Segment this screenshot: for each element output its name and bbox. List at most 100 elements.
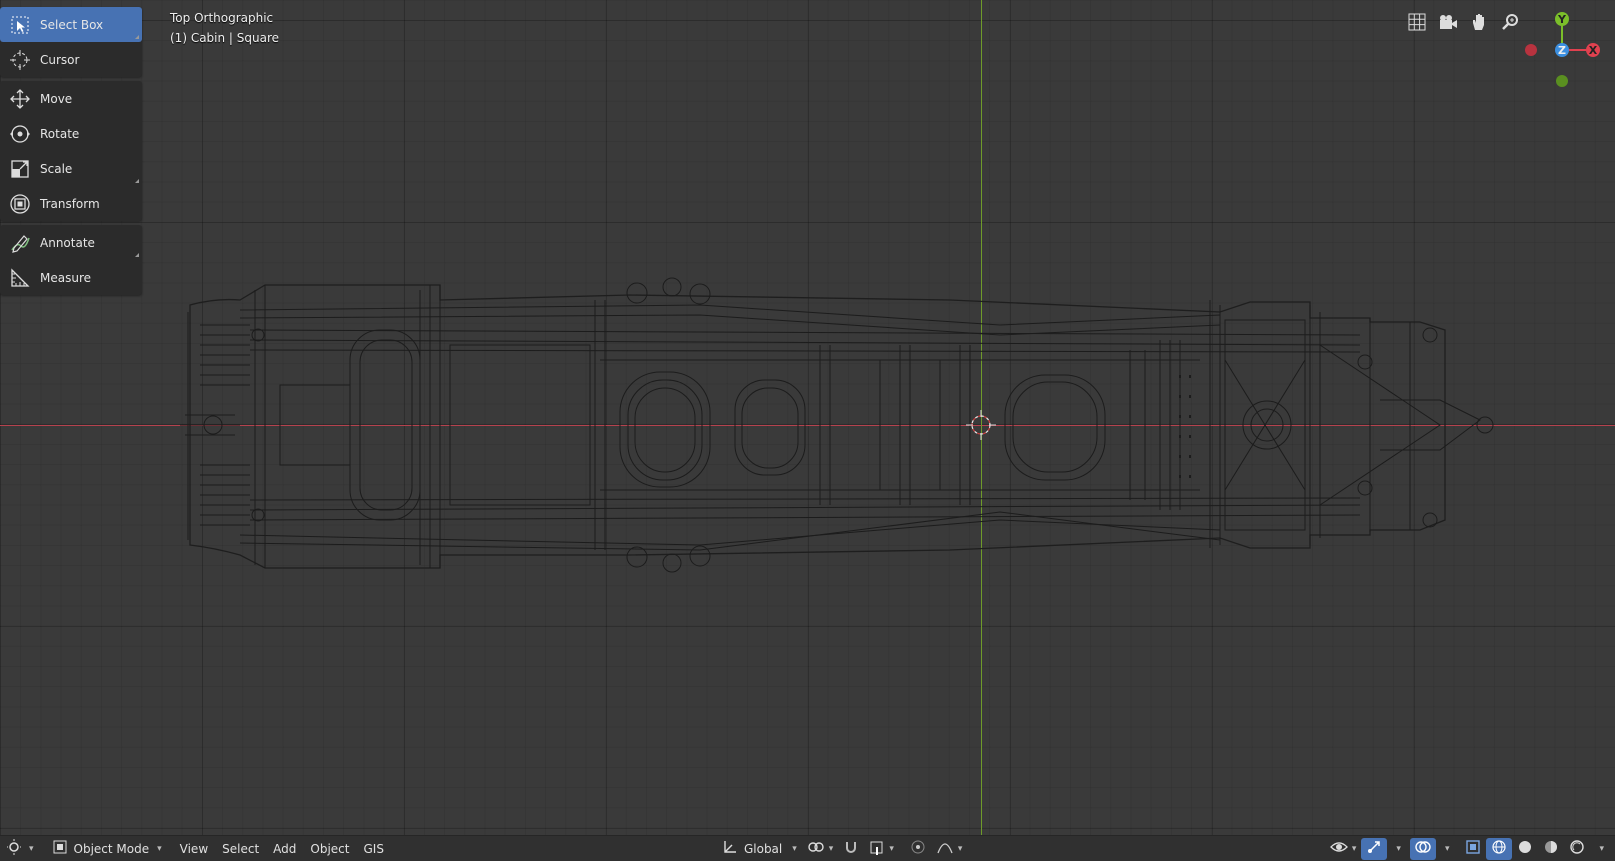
transform-icon — [0, 186, 40, 221]
move-icon — [0, 81, 40, 116]
wireframe-shading-icon — [1491, 839, 1507, 858]
solid-shading-icon — [1517, 839, 1533, 858]
editor-type-button[interactable]: ▾ — [2, 838, 39, 860]
pivot-dropdown[interactable]: ▾ — [802, 838, 839, 860]
chevron-down-icon: ▾ — [1444, 843, 1450, 854]
overlay-dropdown[interactable]: ▾ — [1436, 838, 1455, 860]
object-mode-icon — [52, 839, 68, 858]
tool-label: Select Box — [40, 17, 104, 32]
gizmo-toggle-icon — [1366, 839, 1382, 858]
rendered-shading-icon — [1569, 839, 1585, 858]
chevron-down-icon: ▾ — [29, 843, 34, 854]
tool-group-annotate: Annotate Measure — [0, 225, 142, 295]
orientation-icon — [722, 839, 738, 858]
header-right-group: ▾ ▾ ▾ ▾ — [1325, 837, 1609, 860]
mode-label: Object Mode — [73, 841, 150, 856]
snap-icon — [843, 839, 859, 858]
viewport-info: Top Orthographic (1) Cabin | Square — [170, 8, 279, 48]
select-box-icon — [0, 7, 40, 42]
xray-toggle[interactable] — [1460, 838, 1486, 860]
cursor-icon — [0, 42, 40, 77]
tool-label: Transform — [40, 196, 100, 211]
viewport-header: ▾ Object Mode ▾ View Select Add Object G… — [0, 835, 1615, 861]
snap-toggle[interactable] — [838, 838, 864, 860]
orientation-dropdown[interactable]: Global ▾ — [717, 838, 802, 860]
neg-x-axis-dot[interactable] — [1525, 44, 1537, 56]
menu-view[interactable]: View — [173, 838, 215, 860]
grid-toggle-icon[interactable] — [1403, 8, 1430, 35]
solid-shading-button[interactable] — [1512, 838, 1538, 860]
tool-label: Measure — [40, 270, 91, 285]
tool-label: Annotate — [40, 235, 95, 250]
tool-label: Move — [40, 91, 73, 106]
tool-group-transform: Move Rotate Scale Transform — [0, 81, 142, 221]
tool-options-corner[interactable] — [135, 179, 139, 183]
gizmo-toggle[interactable] — [1361, 837, 1388, 860]
editor-type-icon — [7, 839, 25, 858]
shading-dropdown[interactable]: ▾ — [1590, 838, 1609, 860]
proportional-falloff-dropdown[interactable]: ▾ — [931, 838, 968, 860]
tool-move[interactable]: Move — [0, 81, 142, 116]
proportional-edit-icon — [910, 839, 926, 858]
xray-toggle-icon — [1465, 839, 1481, 858]
snap-target-dropdown[interactable]: ▾ — [864, 838, 899, 860]
mode-dropdown[interactable]: Object Mode ▾ — [47, 838, 167, 860]
tool-cursor[interactable]: Cursor — [0, 42, 142, 77]
menu-add[interactable]: Add — [266, 838, 303, 860]
tool-label: Cursor — [40, 52, 80, 67]
visibility-dropdown[interactable]: ▾ — [1325, 838, 1362, 860]
navigation-gizmo[interactable]: Y X Z — [1515, 5, 1615, 95]
navigation-buttons — [1403, 8, 1523, 35]
tool-label: Rotate — [40, 126, 80, 141]
x-axis-label: X — [1589, 44, 1598, 57]
measure-icon — [0, 260, 40, 295]
z-axis-label: Z — [1558, 44, 1566, 57]
tool-group-select: Select Box Cursor — [0, 7, 142, 77]
rotate-icon — [0, 116, 40, 151]
tool-select-box[interactable]: Select Box — [0, 7, 142, 42]
chevron-down-icon: ▾ — [828, 843, 834, 854]
scale-icon — [0, 151, 40, 186]
falloff-curve-icon — [936, 839, 954, 858]
rendered-shading-button[interactable] — [1564, 838, 1590, 860]
chevron-down-icon: ▾ — [889, 843, 894, 854]
chevron-down-icon: ▾ — [792, 843, 797, 854]
tool-options-corner[interactable] — [135, 35, 139, 39]
chevron-down-icon: ▾ — [157, 843, 162, 854]
active-object-label: (1) Cabin | Square — [170, 31, 280, 45]
tool-transform[interactable]: Transform — [0, 186, 142, 221]
menu-gis[interactable]: GIS — [357, 838, 391, 860]
neg-y-axis-dot[interactable] — [1556, 75, 1568, 87]
chevron-down-icon: ▾ — [1599, 843, 1604, 854]
menu-select[interactable]: Select — [215, 838, 266, 860]
chevron-down-icon: ▾ — [1396, 843, 1401, 854]
proportional-edit-toggle[interactable] — [905, 838, 931, 860]
camera-view-icon[interactable] — [1434, 8, 1461, 35]
visibility-icon — [1329, 839, 1348, 858]
chevron-down-icon: ▾ — [957, 843, 963, 854]
material-shading-button[interactable] — [1538, 838, 1564, 860]
snap-target-icon — [869, 839, 885, 858]
material-shading-icon — [1543, 839, 1559, 858]
chevron-down-icon: ▾ — [1351, 843, 1357, 854]
menu-object[interactable]: Object — [303, 838, 356, 860]
tool-annotate[interactable]: Annotate — [0, 225, 142, 260]
wireframe-model[interactable] — [0, 0, 1615, 835]
tool-shelf: Select Box Cursor Move Rotate Scale Tran… — [0, 7, 142, 299]
y-axis-label: Y — [1557, 13, 1567, 26]
tool-measure[interactable]: Measure — [0, 260, 142, 295]
view-name-label: Top Orthographic — [170, 11, 274, 25]
pivot-icon — [807, 840, 825, 857]
tool-rotate[interactable]: Rotate — [0, 116, 142, 151]
overlay-toggle[interactable] — [1409, 837, 1436, 860]
wireframe-shading-button[interactable] — [1486, 837, 1513, 860]
orientation-label: Global — [743, 841, 783, 856]
overlay-toggle-icon — [1415, 839, 1431, 858]
3d-viewport[interactable] — [0, 0, 1615, 860]
tool-label: Scale — [40, 161, 73, 176]
pan-hand-icon[interactable] — [1465, 8, 1492, 35]
tool-options-corner[interactable] — [135, 253, 139, 257]
gizmo-dropdown[interactable]: ▾ — [1387, 838, 1406, 860]
annotate-icon — [0, 225, 40, 260]
tool-scale[interactable]: Scale — [0, 151, 142, 186]
